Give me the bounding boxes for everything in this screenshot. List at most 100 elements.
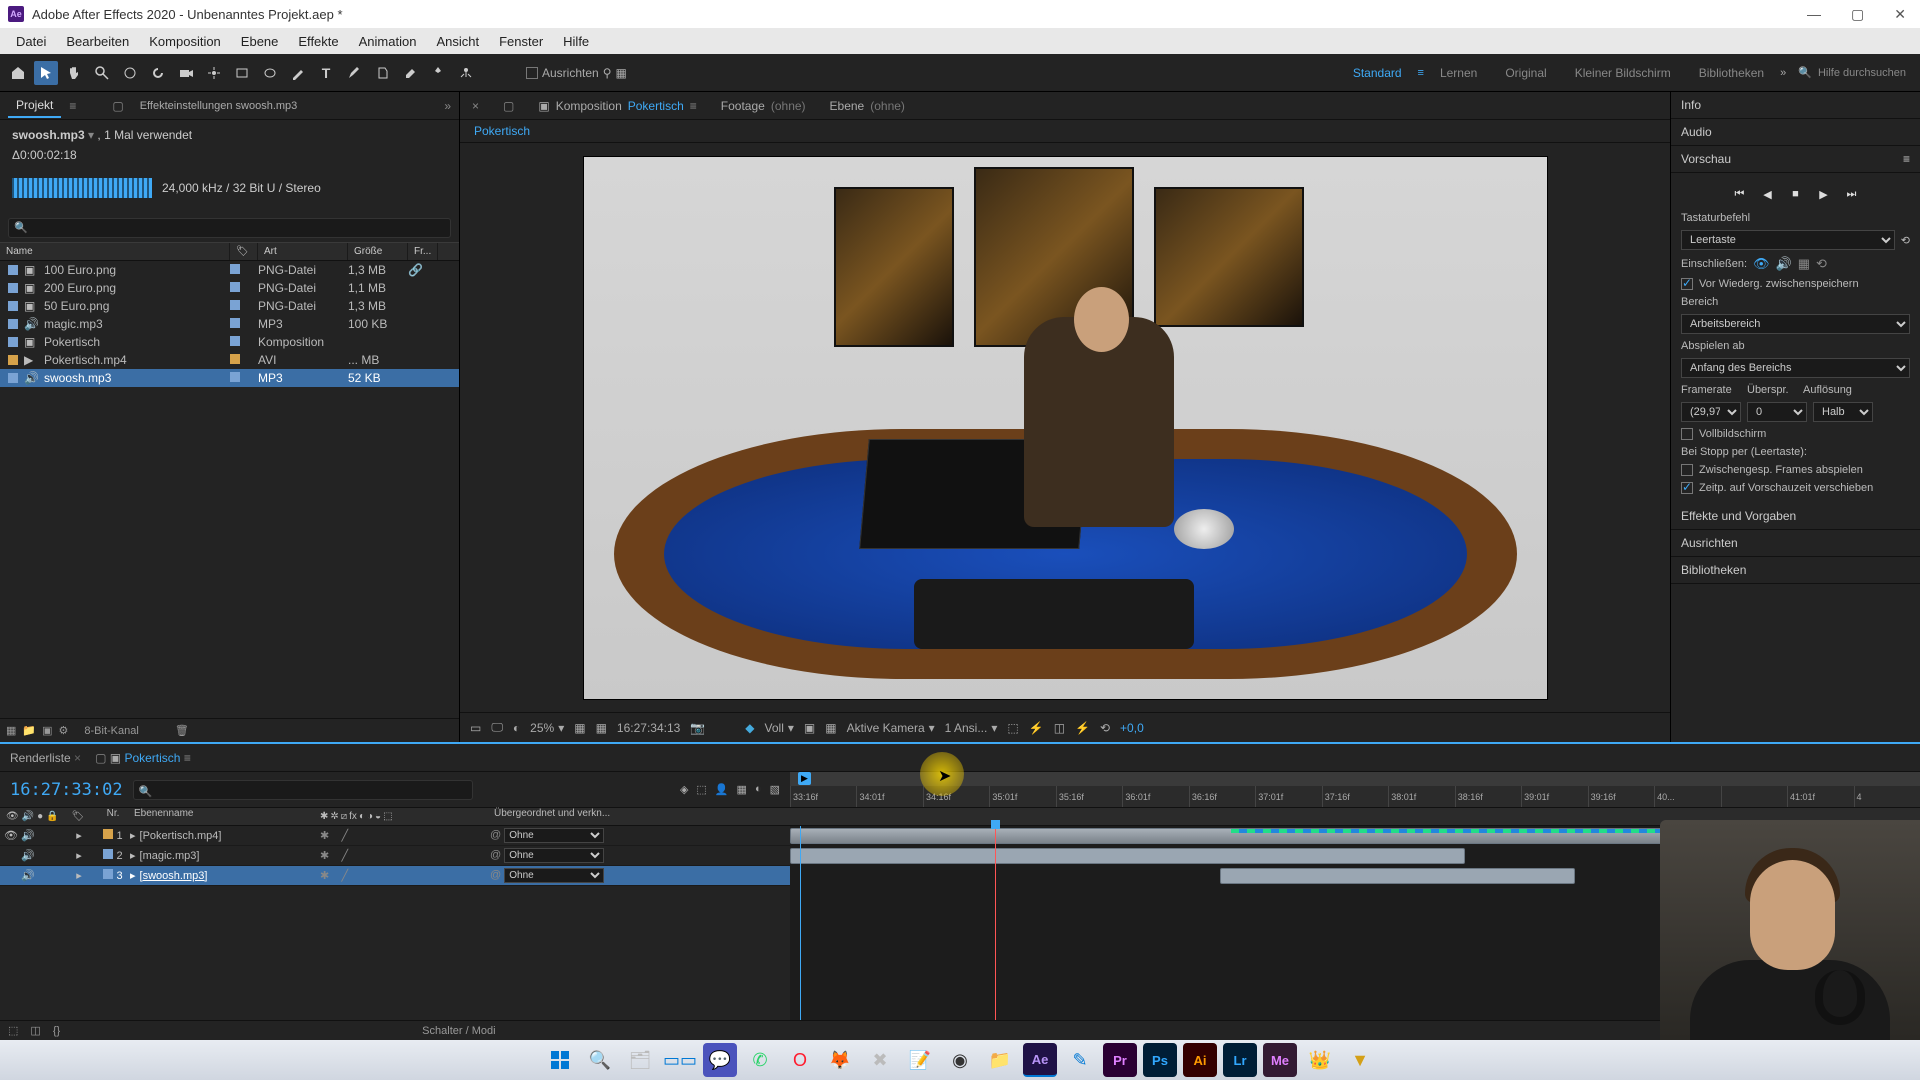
menu-effekte[interactable]: Effekte	[288, 30, 348, 53]
taskbar-search-icon[interactable]: 🔍	[583, 1043, 617, 1077]
timeline-ruler-area[interactable]: 33:16f34:01f34:16f35:01f35:16f36:01f36:1…	[790, 772, 1920, 807]
ruler-tick[interactable]: 35:16f	[1056, 786, 1122, 807]
skip-select[interactable]: 0	[1747, 402, 1807, 422]
project-search-input[interactable]	[8, 218, 451, 238]
project-item[interactable]: ▶Pokertisch.mp4 AVI ... MB	[0, 351, 459, 369]
label-col-icon[interactable]: 🏷	[72, 811, 85, 822]
toggle-pane-icon[interactable]: {}	[53, 1025, 60, 1037]
first-frame-icon[interactable]: ⏮	[1731, 185, 1749, 203]
timeline-comp-tab[interactable]: ▢ ▣ Pokertisch ≡	[95, 751, 191, 765]
playfrom-select[interactable]: Anfang des Bereichs	[1681, 358, 1910, 378]
settings-icon[interactable]: ⚙	[59, 724, 69, 737]
workspace-bib[interactable]: Bibliotheken	[1687, 62, 1776, 84]
switch-icon[interactable]: ◒	[375, 811, 381, 822]
orbit-tool-icon[interactable]	[118, 61, 142, 85]
workspace-menu-icon[interactable]: ≡	[1418, 67, 1424, 79]
timeline-search-input[interactable]	[133, 780, 473, 800]
interpret-icon[interactable]: ▦	[6, 724, 16, 737]
pixel-icon[interactable]: ◫	[1054, 721, 1065, 735]
ruler-tick[interactable]: 37:01f	[1255, 786, 1321, 807]
transparency-icon[interactable]: ▦	[825, 721, 836, 735]
menu-animation[interactable]: Animation	[349, 30, 427, 53]
info-panel-header[interactable]: Info	[1671, 92, 1920, 119]
3d-icon[interactable]: ⬚	[1007, 721, 1018, 735]
label-column-icon[interactable]: 🏷	[230, 243, 258, 260]
taskbar-files-icon[interactable]: 📁	[983, 1043, 1017, 1077]
draft3d-icon[interactable]: ⬚	[696, 783, 706, 796]
roto-tool-icon[interactable]	[426, 61, 450, 85]
switch-icon[interactable]: ⬚	[383, 811, 392, 822]
menu-hilfe[interactable]: Hilfe	[553, 30, 599, 53]
ruler-tick[interactable]	[1721, 786, 1787, 807]
taskbar-ae-icon[interactable]: Ae	[1023, 1043, 1057, 1077]
zoom-dropdown[interactable]: 25% ▾	[530, 721, 564, 735]
camera-tool-icon[interactable]	[174, 61, 198, 85]
taskbar-pr-icon[interactable]: Pr	[1103, 1043, 1137, 1077]
playhead-indicator[interactable]: ▶	[798, 772, 811, 785]
clone-tool-icon[interactable]	[370, 61, 394, 85]
ruler-tick[interactable]: 4	[1854, 786, 1920, 807]
shortcut-select[interactable]: Leertaste	[1681, 230, 1895, 250]
current-timecode[interactable]: 16:27:33:02	[10, 780, 123, 800]
exposure-reset-icon[interactable]: ⟲	[1100, 721, 1110, 735]
grid-icon[interactable]: ▦	[596, 721, 607, 735]
parent-select[interactable]: Ohne	[504, 868, 604, 883]
taskbar-firefox-icon[interactable]: 🦊	[823, 1043, 857, 1077]
last-frame-icon[interactable]: ⏭	[1843, 185, 1861, 203]
overlay-include-icon[interactable]: ▦	[1798, 256, 1810, 272]
resolution-select[interactable]: Halb	[1813, 402, 1873, 422]
project-tab[interactable]: Projekt	[8, 94, 61, 118]
ellipse-tool-icon[interactable]	[258, 61, 282, 85]
home-tool-icon[interactable]	[6, 61, 30, 85]
taskbar-lr-icon[interactable]: Lr	[1223, 1043, 1257, 1077]
rect-tool-icon[interactable]	[230, 61, 254, 85]
parent-select[interactable]: Ohne	[504, 828, 604, 843]
project-item[interactable]: 🔊swoosh.mp3 MP3 52 KB	[0, 369, 459, 387]
ruler-tick[interactable]: 40...	[1654, 786, 1720, 807]
snap-bounds-icon[interactable]: ▦	[616, 66, 627, 80]
menu-bearbeiten[interactable]: Bearbeiten	[56, 30, 139, 53]
new-comp-icon[interactable]: ▣	[42, 724, 52, 737]
prev-frame-icon[interactable]: ◀	[1759, 185, 1777, 203]
align-panel-header[interactable]: Ausrichten	[1671, 530, 1920, 557]
camera-dropdown[interactable]: Aktive Kamera ▾	[847, 721, 935, 735]
play-icon[interactable]: ▶	[1815, 185, 1833, 203]
resolution-dropdown[interactable]: Voll ▾	[765, 721, 794, 735]
minimize-button[interactable]: —	[1801, 4, 1827, 25]
ruler-tick[interactable]: 36:01f	[1122, 786, 1188, 807]
current-time-indicator[interactable]	[995, 826, 996, 1020]
taskbar-teams-icon[interactable]: 💬	[703, 1043, 737, 1077]
track-bar-audio-1[interactable]	[790, 848, 1465, 864]
anchor-tool-icon[interactable]	[202, 61, 226, 85]
viewport[interactable]	[460, 143, 1670, 712]
trash-icon[interactable]: 🗑	[175, 724, 189, 737]
taskbar-me-icon[interactable]: Me	[1263, 1043, 1297, 1077]
mask-icon[interactable]: ◐	[513, 721, 520, 735]
zoom-tool-icon[interactable]	[90, 61, 114, 85]
frame-blend-icon[interactable]: ▦	[737, 783, 747, 796]
comp-breadcrumb[interactable]: Pokertisch	[460, 120, 1670, 143]
ruler-tick[interactable]: 34:16f	[923, 786, 989, 807]
taskbar-notes-icon[interactable]: 📝	[903, 1043, 937, 1077]
ruler-tick[interactable]: 41:01f	[1787, 786, 1853, 807]
range-select[interactable]: Arbeitsbereich	[1681, 314, 1910, 334]
motion-blur-icon[interactable]: ◐	[755, 783, 762, 796]
comp-viewer-tab[interactable]: ▣ Komposition Pokertisch ≡	[538, 99, 696, 113]
taskbar-app-icon[interactable]: ✖	[863, 1043, 897, 1077]
panel-overflow-icon[interactable]: »	[444, 99, 451, 113]
effects-presets-header[interactable]: Effekte und Vorgaben	[1671, 503, 1920, 530]
framerate-select[interactable]: (29,97)	[1681, 402, 1741, 422]
resolution-icon[interactable]: ▦	[574, 721, 585, 735]
switch-icon[interactable]: ✲	[330, 811, 338, 822]
taskbar-opera-icon[interactable]: O	[783, 1043, 817, 1077]
channel-icon[interactable]: ◆	[745, 721, 754, 735]
viewer-back-icon[interactable]: ×	[472, 99, 479, 113]
workspace-standard[interactable]: Standard	[1341, 62, 1414, 84]
lock-col-icon[interactable]: 🔒	[46, 811, 58, 822]
taskbar-app3-icon[interactable]: 👑	[1303, 1043, 1337, 1077]
maximize-button[interactable]: ▢	[1845, 4, 1870, 25]
rotate-tool-icon[interactable]	[146, 61, 170, 85]
footage-viewer-tab[interactable]: Footage (ohne)	[721, 99, 806, 113]
taskbar-taskview-icon[interactable]: ▭▭	[663, 1043, 697, 1077]
effect-controls-tab[interactable]: Effekteinstellungen swoosh.mp3	[132, 96, 306, 116]
